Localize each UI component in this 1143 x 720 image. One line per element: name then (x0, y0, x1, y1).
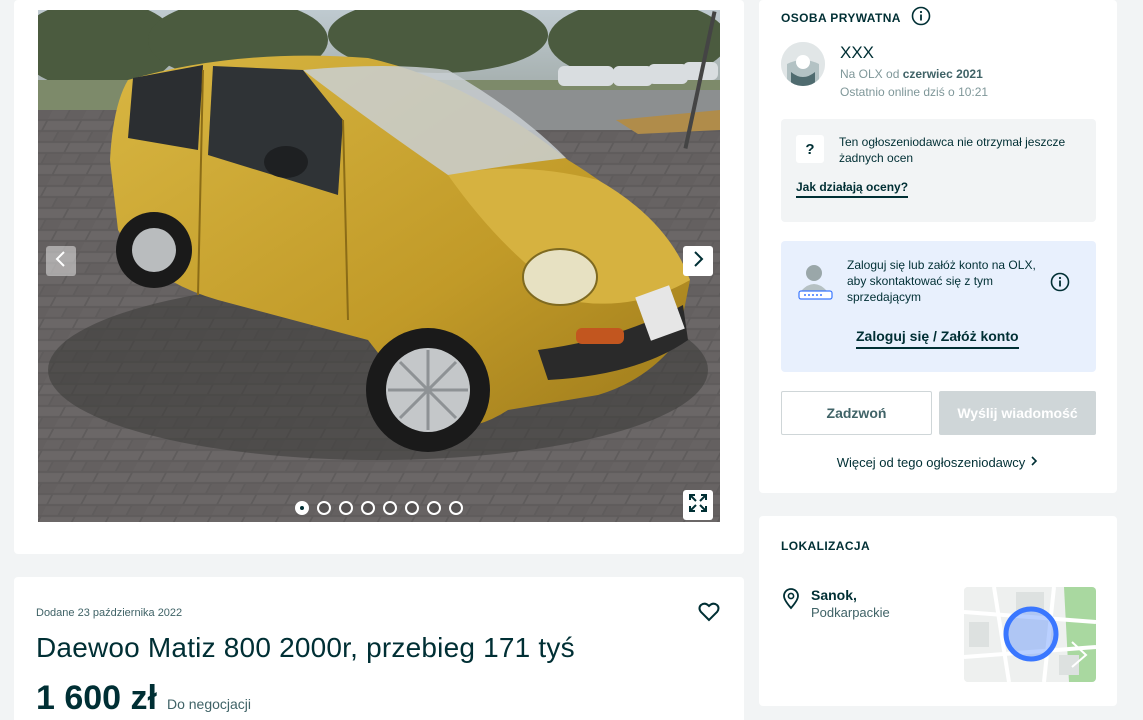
last-online: Ostatnio online dziś o 10:21 (840, 85, 989, 99)
pagination-dot[interactable] (361, 501, 375, 515)
more-from-seller-label: Więcej od tego ogłoszeniodawcy (836, 455, 1026, 470)
ad-title: Daewoo Matiz 800 2000r, przebieg 171 tyś (36, 632, 575, 663)
member-since-prefix: Na OLX od (840, 67, 903, 81)
info-icon[interactable] (1050, 272, 1070, 297)
ratings-box: ? Ten ogłoszeniodawca nie otrzymał jeszc… (781, 119, 1096, 222)
member-since-date: czerwiec 2021 (902, 67, 983, 81)
expand-icon (688, 493, 708, 518)
location-heading: LOKALIZACJA (781, 539, 871, 553)
pagination-dot[interactable] (383, 501, 397, 515)
location-city: Sanok, (811, 587, 857, 603)
call-button[interactable]: Zadzwoń (781, 391, 932, 435)
price-row: 1 600 zł Do negocjacji (36, 679, 251, 718)
ratings-text: Ten ogłoszeniodawca nie otrzymał jeszcze… (839, 135, 1066, 165)
question-icon: ? (796, 135, 824, 163)
gallery-card (14, 0, 744, 554)
location-region: Podkarpackie (811, 605, 890, 620)
fullscreen-button[interactable] (683, 490, 713, 520)
added-date: Dodane 23 października 2022 (36, 607, 183, 619)
pagination-dot[interactable] (339, 501, 353, 515)
pagination-dot[interactable] (449, 501, 463, 515)
seller-type: OSOBA PRYWATNA (781, 6, 931, 29)
chevron-left-icon (54, 250, 68, 273)
location-card: LOKALIZACJA Sanok, Podkarpackie (759, 516, 1117, 706)
seller-card: OSOBA PRYWATNA XXX Na OLX od czerwiec 20… (759, 0, 1117, 493)
price-negotiable-note: Do negocjacji (166, 696, 252, 712)
next-image-button[interactable] (683, 246, 713, 276)
login-prompt-text: Zaloguj się lub załóż konto na OLX, aby … (847, 258, 1036, 304)
ratings-info-link[interactable]: Jak działają oceny? (796, 180, 909, 198)
ad-details-card: Dodane 23 października 2022 Daewoo Matiz… (14, 577, 744, 720)
seller-type-label: OSOBA PRYWATNA (781, 10, 901, 25)
user-login-icon (797, 261, 835, 305)
map-thumbnail[interactable] (964, 587, 1096, 682)
pagination-dot[interactable] (405, 501, 419, 515)
pagination-dot[interactable] (317, 501, 331, 515)
pagination-dot[interactable] (295, 501, 309, 515)
avatar (781, 42, 825, 86)
more-from-seller-link[interactable]: Więcej od tego ogłoszeniodawcy (759, 454, 1117, 471)
listing-photo[interactable] (38, 10, 720, 522)
seller-name[interactable]: XXX (840, 43, 874, 63)
login-prompt-box: Zaloguj się lub załóż konto na OLX, aby … (781, 241, 1096, 372)
price: 1 600 zł (36, 679, 157, 717)
previous-image-button[interactable] (46, 246, 76, 276)
location-pin-icon (781, 588, 801, 615)
car-photo-illustration (38, 10, 720, 522)
favorite-button[interactable] (696, 601, 722, 627)
chevron-right-icon (691, 250, 705, 273)
member-since: Na OLX od czerwiec 2021 (840, 67, 983, 81)
heart-icon (698, 602, 720, 627)
chevron-right-icon (1029, 454, 1039, 471)
login-register-link[interactable]: Zaloguj się / Załóż konto (856, 328, 1019, 349)
send-message-button[interactable]: Wyślij wiadomość (939, 391, 1096, 435)
pagination-dot[interactable] (427, 501, 441, 515)
info-icon[interactable] (911, 6, 931, 29)
image-pagination-dots (295, 501, 463, 515)
